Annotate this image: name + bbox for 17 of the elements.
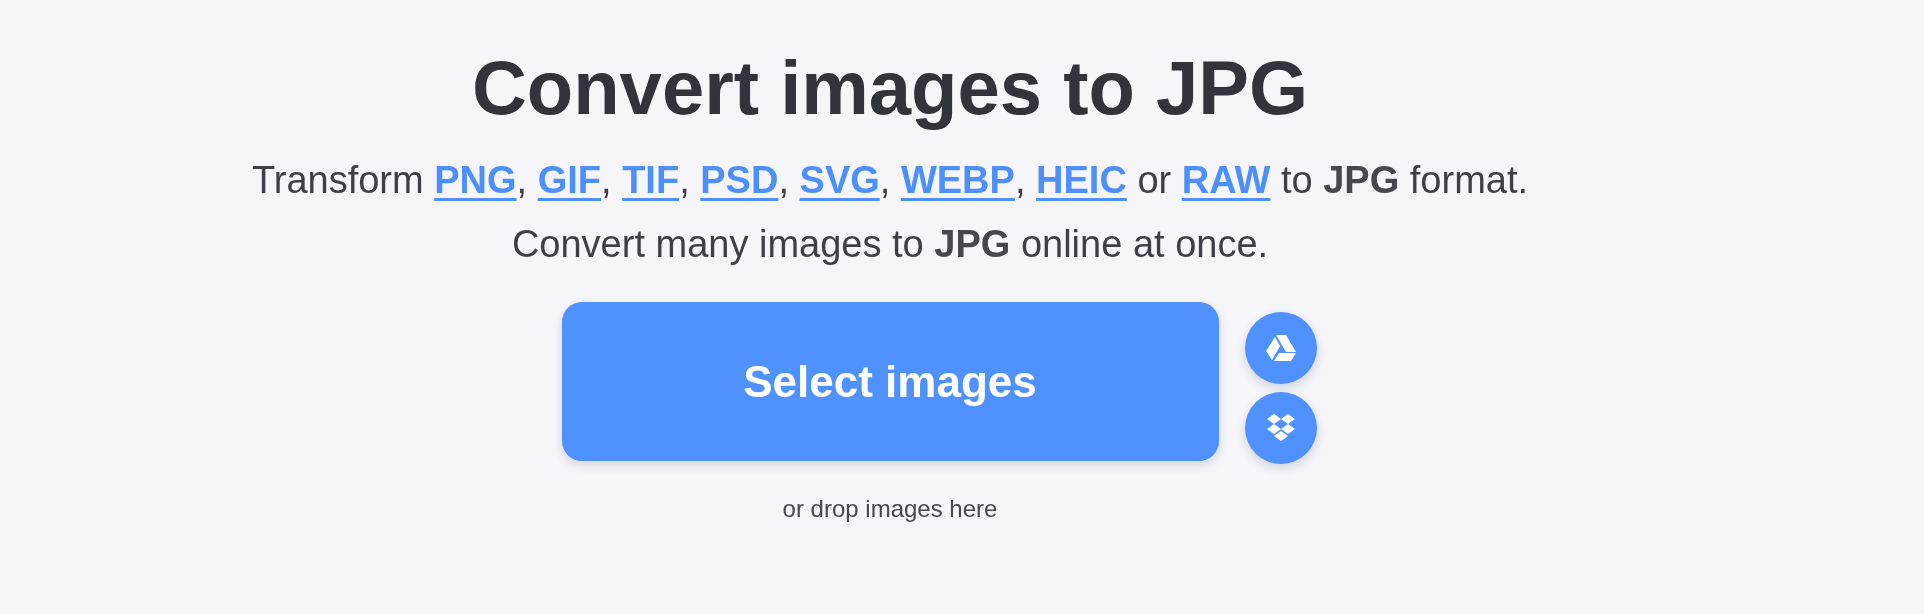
intro-text: Convert many images to JPG online at once. <box>511 222 1269 267</box>
format-link[interactable]: TIF <box>622 159 680 201</box>
format-link[interactable]: SVG <box>799 159 880 201</box>
dropbox-icon <box>1265 413 1296 443</box>
drive-icon <box>1265 334 1296 362</box>
format-link[interactable]: PSD <box>700 159 779 201</box>
format-link[interactable]: HEIC <box>1036 159 1127 201</box>
select-images-button[interactable]: Select images <box>561 302 1219 461</box>
dropbox-button[interactable] <box>1244 392 1317 464</box>
page-title: Convert images to JPG <box>470 44 1310 132</box>
intro-text: Transform PNG, GIF, TIF, PSD, SVG, WEBP, HEIC or RAW to JPG format. <box>251 158 1529 203</box>
format-link[interactable]: PNG <box>434 159 517 201</box>
format-link[interactable]: WEBP <box>900 159 1015 201</box>
format-link[interactable]: GIF <box>537 159 602 201</box>
format-link[interactable]: RAW <box>1181 159 1271 201</box>
drive-button[interactable] <box>1244 312 1317 384</box>
drop-hint: or drop images here <box>782 494 998 524</box>
